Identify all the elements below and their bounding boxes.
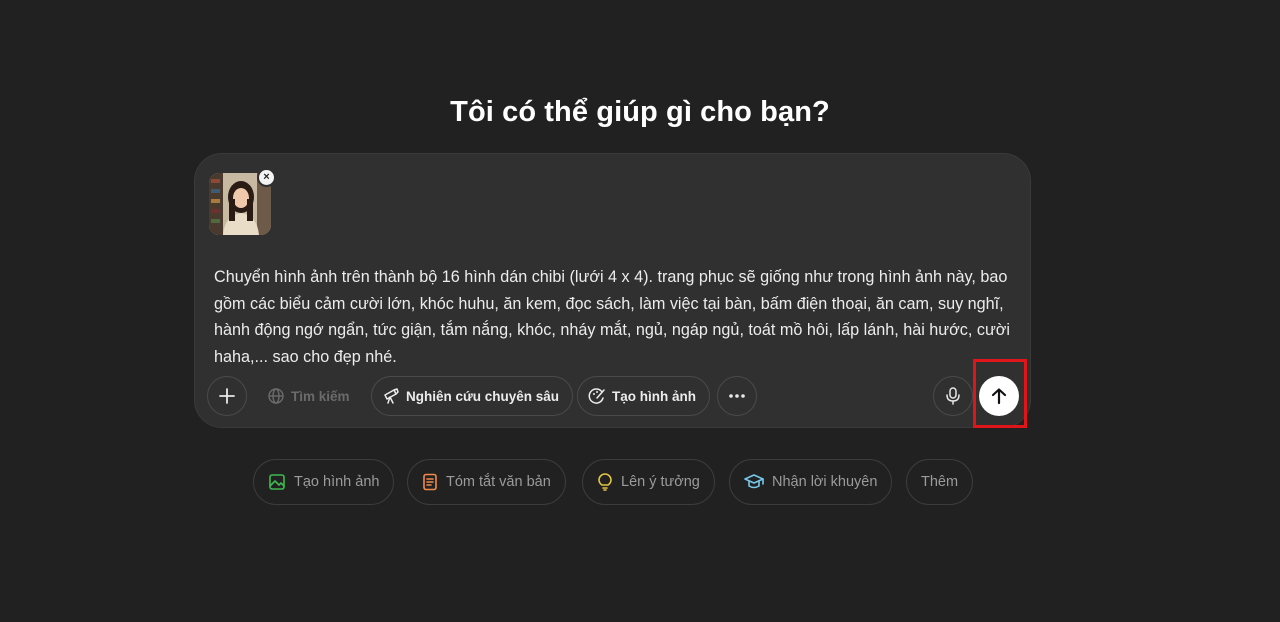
more-tools-button[interactable]	[717, 376, 757, 416]
search-toggle-button[interactable]: Tìm kiếm	[263, 376, 354, 416]
plus-icon	[219, 388, 235, 404]
close-icon: ×	[263, 171, 270, 183]
graduation-cap-icon	[744, 474, 764, 489]
page-title: Tôi có thể giúp gì cho bạn?	[450, 96, 830, 128]
suggestion-label: Lên ý tưởng	[621, 474, 700, 490]
deep-research-button[interactable]: Nghiên cứu chuyên sâu	[371, 376, 574, 416]
suggestion-label: Tóm tắt văn bản	[446, 474, 551, 490]
voice-input-button[interactable]	[933, 376, 973, 416]
suggestion-brainstorm[interactable]: Lên ý tưởng	[582, 459, 715, 505]
suggestion-create-image[interactable]: Tạo hình ảnh	[253, 459, 395, 505]
remove-attachment-button[interactable]: ×	[257, 168, 276, 187]
suggestion-more[interactable]: Thêm	[906, 459, 974, 505]
deep-research-label: Nghiên cứu chuyên sâu	[406, 388, 560, 404]
create-image-label: Tạo hình ảnh	[612, 388, 696, 404]
suggestion-label: Nhận lời khuyên	[772, 474, 878, 490]
send-button[interactable]	[979, 376, 1019, 416]
ellipsis-icon	[729, 394, 745, 398]
arrow-up-icon	[991, 388, 1007, 405]
attach-button[interactable]	[207, 376, 247, 416]
composer-toolbar: Tìm kiếm Nghiên cứu chuyên sâu Tạo hình …	[207, 376, 1019, 416]
globe-icon	[268, 388, 284, 404]
palette-icon	[588, 388, 605, 404]
document-icon	[423, 473, 437, 491]
chat-home: Tôi có thể giúp gì cho bạn? × Chuyển hìn…	[0, 0, 1280, 622]
image-icon	[269, 474, 285, 490]
microphone-icon	[946, 387, 960, 405]
suggestion-chips: Tạo hình ảnh Tóm tắt văn bản Lên ý tưởng…	[0, 459, 1280, 505]
suggestion-label: Thêm	[921, 474, 959, 490]
telescope-icon	[384, 388, 399, 404]
search-toggle-label: Tìm kiếm	[291, 388, 350, 404]
prompt-input[interactable]: Chuyển hình ảnh trên thành bộ 16 hình dá…	[214, 264, 1014, 370]
suggestion-label: Tạo hình ảnh	[294, 474, 380, 490]
create-image-button[interactable]: Tạo hình ảnh	[577, 376, 710, 416]
suggestion-summarize-text[interactable]: Tóm tắt văn bản	[407, 459, 566, 505]
message-composer: × Chuyển hình ảnh trên thành bộ 16 hình …	[194, 153, 1031, 428]
suggestion-get-advice[interactable]: Nhận lời khuyên	[729, 459, 893, 505]
lightbulb-icon	[598, 473, 612, 491]
